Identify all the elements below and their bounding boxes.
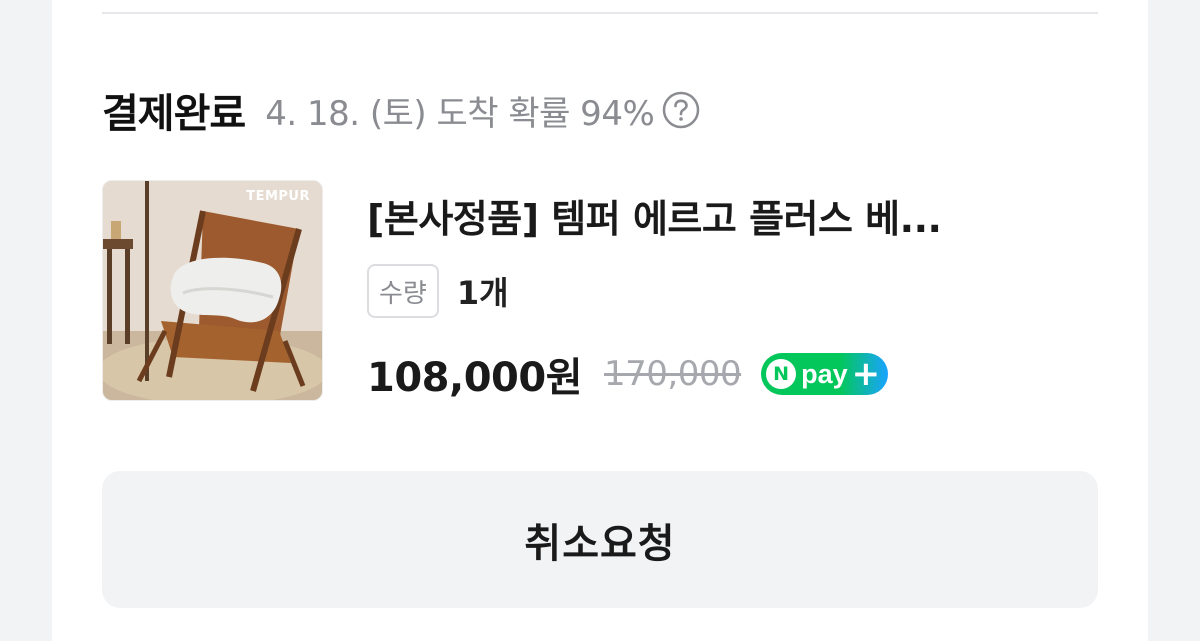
delivery-eta: 4. 18. (토) 도착 확률 94% [265, 93, 655, 134]
original-price: 170,000 [604, 354, 742, 394]
npay-plus-badge: N pay + [761, 353, 889, 395]
cancel-request-label: 취소요청 [524, 520, 676, 567]
product-image [103, 181, 322, 400]
quantity-value: 1개 [456, 274, 509, 312]
order-status-row: 결제완료 4. 18. (토) 도착 확률 94% [102, 80, 700, 140]
product-thumbnail[interactable]: TEMPUR [102, 180, 323, 401]
question-circle-icon[interactable] [662, 91, 700, 129]
quantity-row: 수량 1개 [367, 262, 509, 320]
price-row: 108,000원 170,000 N pay + [367, 346, 889, 402]
npay-n-icon: N [766, 359, 797, 389]
npay-label: pay [801, 358, 848, 389]
order-status-title: 결제완료 [102, 91, 246, 137]
cancel-request-button[interactable]: 취소요청 [102, 471, 1098, 608]
quantity-label: 수량 [367, 264, 439, 318]
sale-price: 108,000원 [367, 355, 583, 401]
top-divider [102, 12, 1098, 14]
order-card: 결제완료 4. 18. (토) 도착 확률 94% TEMPUR [본사정품] … [52, 0, 1148, 641]
product-name[interactable]: [본사정품] 템퍼 에르고 플러스 베... [367, 188, 1067, 243]
brand-logo: TEMPUR [246, 189, 310, 204]
plus-icon: + [851, 354, 881, 394]
